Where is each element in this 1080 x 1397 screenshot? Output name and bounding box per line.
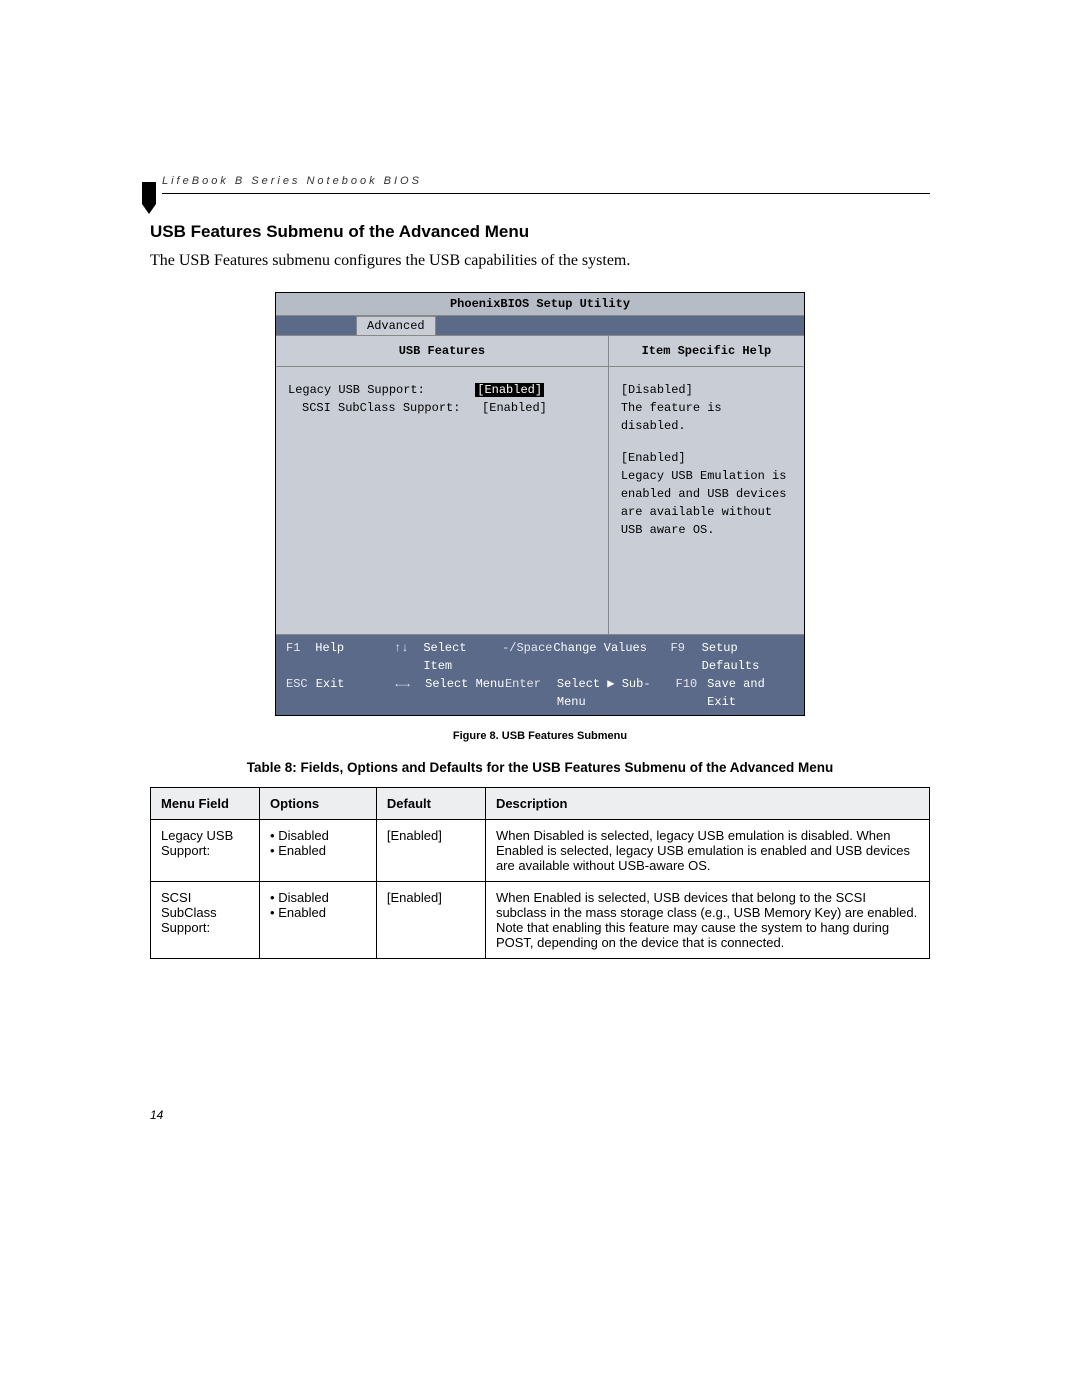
- footer-key: F9: [671, 639, 702, 675]
- footer-action: Setup Defaults: [702, 639, 794, 675]
- footer-action: Change Values: [553, 639, 670, 675]
- table-caption: Table 8: Fields, Options and Defaults fo…: [150, 760, 930, 775]
- th-default: Default: [376, 788, 485, 820]
- cell-options: Disabled Enabled: [260, 820, 377, 882]
- cell-options: Disabled Enabled: [260, 882, 377, 959]
- figure-caption: Figure 8. USB Features Submenu: [150, 730, 930, 742]
- th-description: Description: [485, 788, 929, 820]
- option-item: Enabled: [270, 843, 366, 858]
- cell-menu-field: Legacy USB Support:: [151, 820, 260, 882]
- bios-setting-value-selected: [Enabled]: [475, 383, 544, 397]
- footer-key: F10: [676, 675, 708, 711]
- footer-key: ←→: [395, 675, 425, 711]
- footer-key: Enter: [505, 675, 557, 711]
- table-row: Legacy USB Support: Disabled Enabled [En…: [151, 820, 930, 882]
- bios-tab-bar: Advanced: [276, 316, 804, 335]
- footer-action: Select Item: [423, 639, 502, 675]
- table-header-row: Menu Field Options Default Description: [151, 788, 930, 820]
- footer-action: Help: [315, 639, 394, 675]
- help-body: The feature is disabled.: [621, 399, 792, 435]
- bios-setting-label: SCSI SubClass Support:: [302, 401, 460, 415]
- page-marker-icon: [142, 182, 156, 214]
- th-options: Options: [260, 788, 377, 820]
- bios-screenshot: PhoenixBIOS Setup Utility Advanced USB F…: [275, 292, 805, 716]
- cell-description: When Enabled is selected, USB devices th…: [485, 882, 929, 959]
- bios-utility-title: PhoenixBIOS Setup Utility: [276, 293, 804, 316]
- th-menu-field: Menu Field: [151, 788, 260, 820]
- bios-setting-row: Legacy USB Support: [Enabled]: [288, 381, 596, 399]
- footer-key: -/Space: [502, 639, 553, 675]
- section-intro: The USB Features submenu configures the …: [150, 252, 930, 270]
- bios-left-title: USB Features: [276, 336, 608, 367]
- running-head: LifeBook B Series Notebook BIOS: [162, 175, 930, 194]
- cell-default: [Enabled]: [376, 820, 485, 882]
- footer-action: Save and Exit: [707, 675, 794, 711]
- footer-key: ↑↓: [394, 639, 423, 675]
- footer-key: ESC: [286, 675, 316, 711]
- bios-left-pane: USB Features Legacy USB Support: [Enable…: [276, 336, 609, 634]
- footer-action: Select ▶ Sub-Menu: [557, 675, 676, 711]
- cell-description: When Disabled is selected, legacy USB em…: [485, 820, 929, 882]
- help-head: [Enabled]: [621, 449, 792, 467]
- bios-footer: F1 Help ↑↓ Select Item -/Space Change Va…: [276, 635, 804, 715]
- bios-setting-label: Legacy USB Support:: [288, 383, 425, 397]
- page-content: LifeBook B Series Notebook BIOS USB Feat…: [0, 0, 1080, 1039]
- bios-right-pane: Item Specific Help [Disabled] The featur…: [609, 336, 804, 634]
- bios-tab-advanced: Advanced: [356, 316, 436, 335]
- bios-setting-value: [Enabled]: [482, 401, 547, 415]
- option-item: Disabled: [270, 828, 366, 843]
- option-item: Disabled: [270, 890, 366, 905]
- footer-key: F1: [286, 639, 315, 675]
- help-body: Legacy USB Emulation is enabled and USB …: [621, 467, 792, 539]
- help-head: [Disabled]: [621, 381, 792, 399]
- cell-menu-field: SCSI SubClass Support:: [151, 882, 260, 959]
- footer-action: Select Menu: [425, 675, 505, 711]
- table-row: SCSI SubClass Support: Disabled Enabled …: [151, 882, 930, 959]
- section-title: USB Features Submenu of the Advanced Men…: [150, 222, 930, 242]
- cell-default: [Enabled]: [376, 882, 485, 959]
- bios-setting-row: SCSI SubClass Support: [Enabled]: [288, 399, 596, 417]
- option-item: Enabled: [270, 905, 366, 920]
- footer-action: Exit: [316, 675, 396, 711]
- page-number: 14: [150, 1108, 163, 1122]
- bios-right-title: Item Specific Help: [609, 336, 804, 367]
- options-table: Menu Field Options Default Description L…: [150, 787, 930, 959]
